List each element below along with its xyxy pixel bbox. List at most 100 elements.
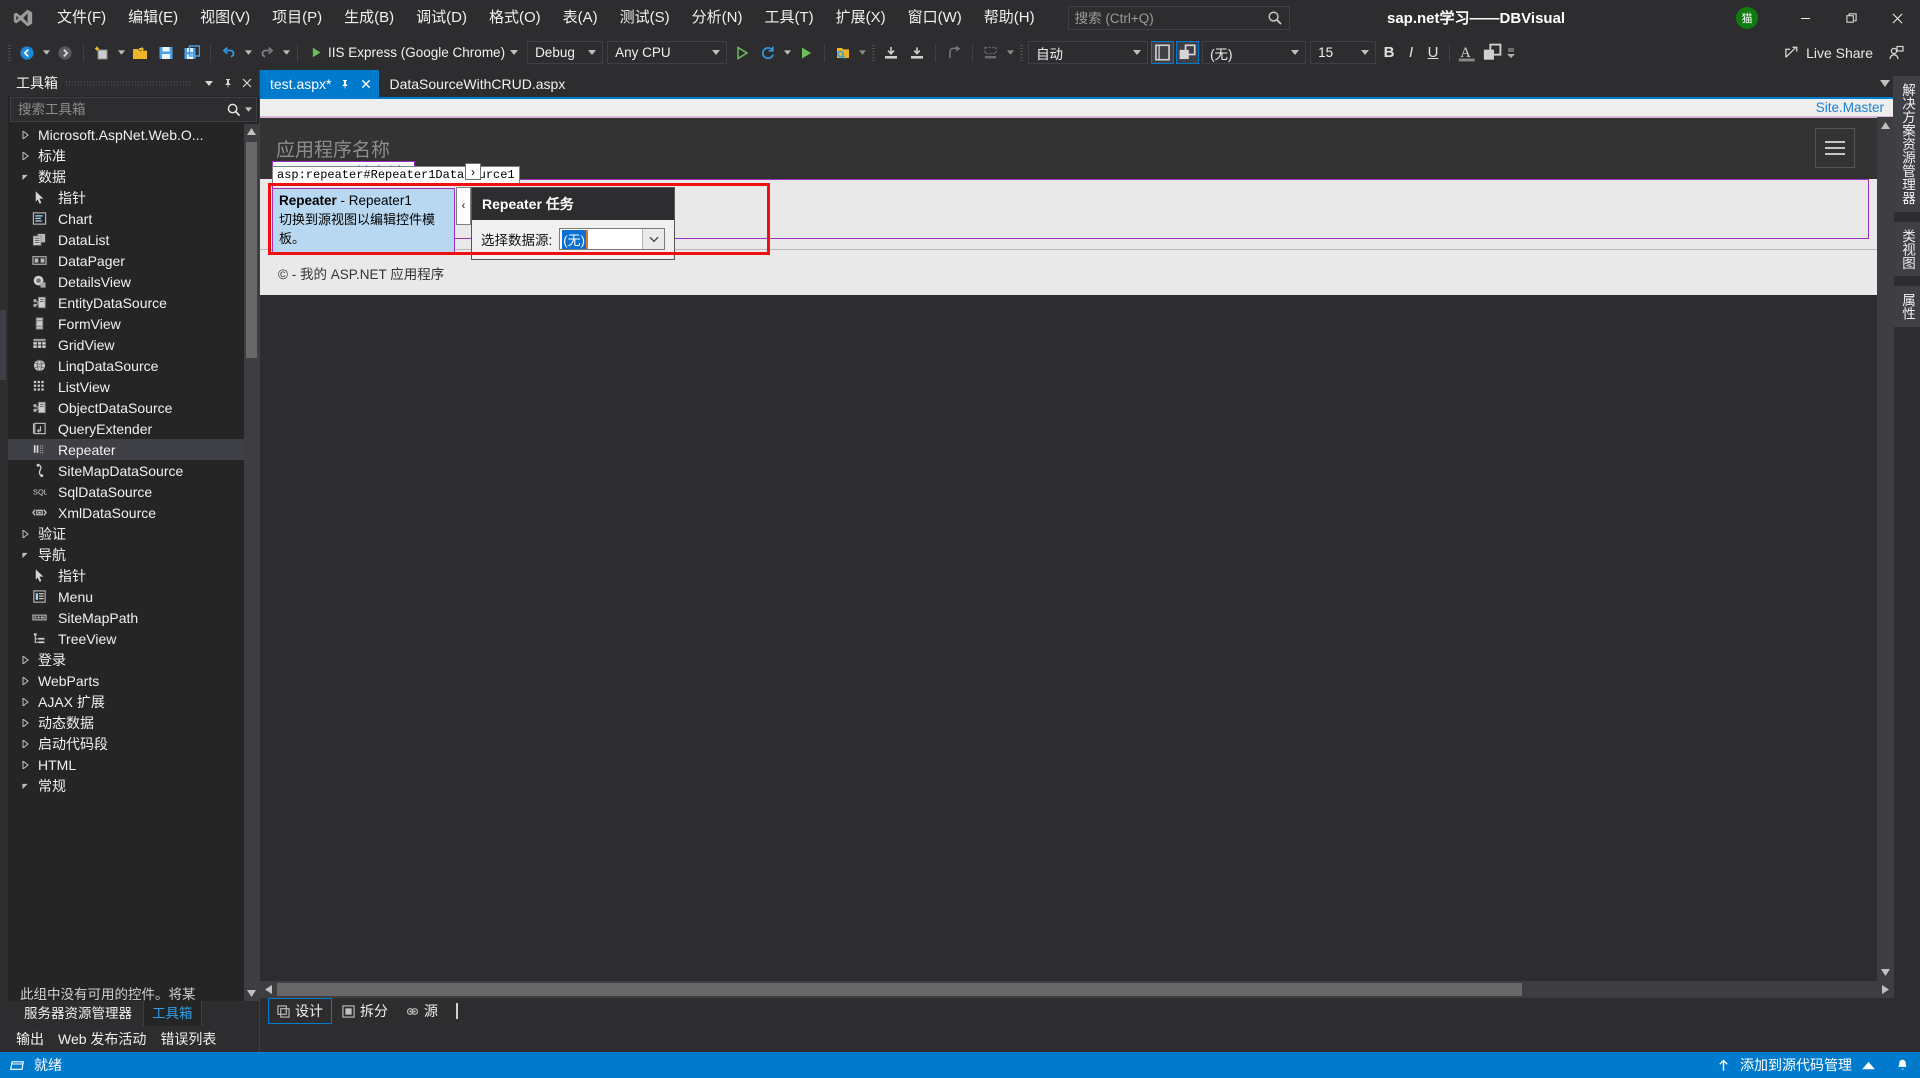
navigate-backward-button[interactable]	[15, 41, 39, 65]
toolbox-item-sitemappath[interactable]: SiteMapPath	[8, 607, 244, 628]
toolbox-scrollbar[interactable]	[244, 124, 259, 1001]
dock-tab-solution-explorer[interactable]: 解决方案资源管理器	[1893, 76, 1920, 212]
block-format-combo[interactable]: 自动	[1028, 41, 1149, 64]
open-file-button[interactable]	[128, 41, 152, 65]
menu-item-tools[interactable]: 工具(T)	[753, 5, 824, 31]
smart-tag-toggle-button[interactable]: ‹	[456, 187, 471, 225]
scroll-right-icon[interactable]	[1877, 981, 1894, 998]
toolbox-group-standard[interactable]: 标准	[8, 145, 244, 166]
bold-button[interactable]: B	[1378, 41, 1400, 64]
toolbox-item-datapager[interactable]: DataPager	[8, 250, 244, 271]
close-tab-icon[interactable]	[358, 76, 373, 91]
menu-item-test[interactable]: 测试(S)	[609, 5, 681, 31]
toolbox-group-dynamic-data[interactable]: 动态数据	[8, 712, 244, 733]
toolbar-grip[interactable]	[4, 43, 14, 63]
menu-item-window[interactable]: 窗口(W)	[897, 5, 973, 31]
feedback-button[interactable]	[1884, 41, 1908, 65]
restart-dropdown[interactable]	[781, 42, 793, 64]
background-color-button[interactable]	[1481, 41, 1504, 64]
toolbox-scroll-thumb[interactable]	[246, 142, 257, 358]
redo-dropdown[interactable]	[280, 42, 292, 64]
save-all-button[interactable]	[180, 41, 204, 65]
toolbox-item-listview[interactable]: ListView	[8, 376, 244, 397]
toolbar-grip[interactable]	[868, 43, 878, 63]
toolbox-item-sitemapdatasource[interactable]: SiteMapDataSource	[8, 460, 244, 481]
font-size-combo[interactable]: 15	[1310, 41, 1377, 64]
designer-hscroll-thumb[interactable]	[277, 983, 1522, 996]
toolbox-group-html[interactable]: HTML	[8, 754, 244, 775]
toolbox-item-repeater[interactable]: Repeater	[8, 439, 244, 460]
toolbox-group-data[interactable]: 数据	[8, 166, 244, 187]
toolbox-item-menu[interactable]: Menu	[8, 586, 244, 607]
toolbox-pin-button[interactable]	[218, 74, 237, 93]
toolbar-grip[interactable]	[1016, 43, 1026, 63]
redo-button[interactable]	[255, 41, 279, 65]
uncomment-button[interactable]	[979, 41, 1003, 65]
toolbox-group-general[interactable]: 常规	[8, 775, 244, 796]
tab-toolbox[interactable]: 工具箱	[143, 998, 202, 1026]
tab-output[interactable]: 输出	[16, 1029, 44, 1049]
scroll-up-icon[interactable]	[1877, 117, 1894, 134]
comment-selection-button[interactable]	[905, 41, 929, 65]
toolbox-item-formview[interactable]: FormView	[8, 313, 244, 334]
minimize-button[interactable]	[1782, 2, 1828, 34]
user-avatar[interactable]: 猫	[1736, 7, 1758, 29]
toolbox-item-objectdatasource[interactable]: ObjectDataSource	[8, 397, 244, 418]
toolbox-item-xmldatasource[interactable]: XmlDataSource	[8, 502, 244, 523]
view-tab-design[interactable]: 设计	[268, 998, 332, 1024]
toolbox-group-webparts[interactable]: WebParts	[8, 670, 244, 691]
repeater-tasks-panel[interactable]: Repeater 任务 选择数据源: (无)	[471, 187, 675, 260]
menu-item-extensions[interactable]: 扩展(X)	[825, 5, 897, 31]
view-tab-split[interactable]: 拆分	[334, 999, 396, 1023]
scroll-down-icon[interactable]	[244, 986, 259, 1001]
web-forms-designer[interactable]: 应用程序名称 MainContent（自定义） asp:repeater#Rep…	[260, 117, 1894, 981]
toolbox-search-input[interactable]	[18, 102, 226, 117]
undo-button[interactable]	[217, 41, 241, 65]
menu-item-debug[interactable]: 调试(D)	[405, 5, 478, 31]
new-project-button[interactable]	[90, 41, 114, 65]
view-tab-source[interactable]: 源	[398, 999, 446, 1023]
document-tab-test-aspx[interactable]: test.aspx*	[260, 70, 380, 97]
toolbox-item-datalist[interactable]: DataList	[8, 229, 244, 250]
designer-surface[interactable]: 应用程序名称 MainContent（自定义） asp:repeater#Rep…	[260, 117, 1877, 981]
toolbox-search-box[interactable]	[10, 97, 257, 122]
toolbox-item-treeview[interactable]: TreeView	[8, 628, 244, 649]
undo-dropdown[interactable]	[242, 42, 254, 64]
menu-item-analyze[interactable]: 分析(N)	[681, 5, 754, 31]
designer-hscroll-track[interactable]	[277, 981, 1877, 998]
chevron-up-icon[interactable]	[1861, 1058, 1876, 1073]
start-without-debugging-button[interactable]	[730, 41, 754, 65]
menu-item-view[interactable]: 视图(V)	[189, 5, 261, 31]
new-project-dropdown[interactable]	[115, 42, 127, 64]
configuration-combo[interactable]: Debug	[527, 41, 604, 64]
chevron-down-icon[interactable]	[642, 229, 664, 249]
underline-button[interactable]: U	[1422, 41, 1444, 64]
restart-button[interactable]	[756, 41, 780, 65]
pin-tab-icon[interactable]	[337, 76, 352, 91]
tab-server-explorer[interactable]: 服务器资源管理器	[16, 999, 140, 1026]
toolbox-item-sqldatasource[interactable]: SQL SqlDataSource	[8, 481, 244, 502]
notifications-bell-icon[interactable]	[1895, 1058, 1910, 1073]
uncomment-dropdown[interactable]	[1004, 42, 1016, 64]
quick-search-input[interactable]	[1074, 10, 1267, 26]
toolbox-group-startup-snippets[interactable]: 启动代码段	[8, 733, 244, 754]
master-page-link[interactable]: Site.Master	[1816, 100, 1884, 115]
more-formatting-dropdown[interactable]	[1505, 42, 1517, 64]
save-button[interactable]	[154, 41, 178, 65]
restore-button[interactable]	[1828, 2, 1874, 34]
scroll-down-icon[interactable]	[1877, 964, 1894, 981]
dock-tab-properties[interactable]: 属性	[1893, 286, 1920, 327]
navigate-forward-button[interactable]	[53, 41, 77, 65]
toolbox-search-options-icon[interactable]	[242, 107, 254, 112]
toolbox-list[interactable]: Microsoft.AspNet.Web.O... 标准 数据 指针 Chart…	[8, 124, 259, 1001]
toolbox-item-nav-pointer[interactable]: 指针	[8, 565, 244, 586]
indent-button[interactable]	[942, 41, 966, 65]
tab-web-publish-activity[interactable]: Web 发布活动	[58, 1029, 146, 1049]
toolbox-item-linqdatasource[interactable]: LinqDataSource	[8, 355, 244, 376]
toolbox-group-ajax-extensions[interactable]: AJAX 扩展	[8, 691, 244, 712]
toolbox-item-queryextender[interactable]: QueryExtender	[8, 418, 244, 439]
choose-data-source-select[interactable]: (无)	[559, 228, 665, 250]
add-to-source-control-label[interactable]: 添加到源代码管理	[1740, 1055, 1852, 1075]
quick-search-box[interactable]	[1067, 6, 1290, 30]
menu-item-edit[interactable]: 编辑(E)	[117, 5, 189, 31]
